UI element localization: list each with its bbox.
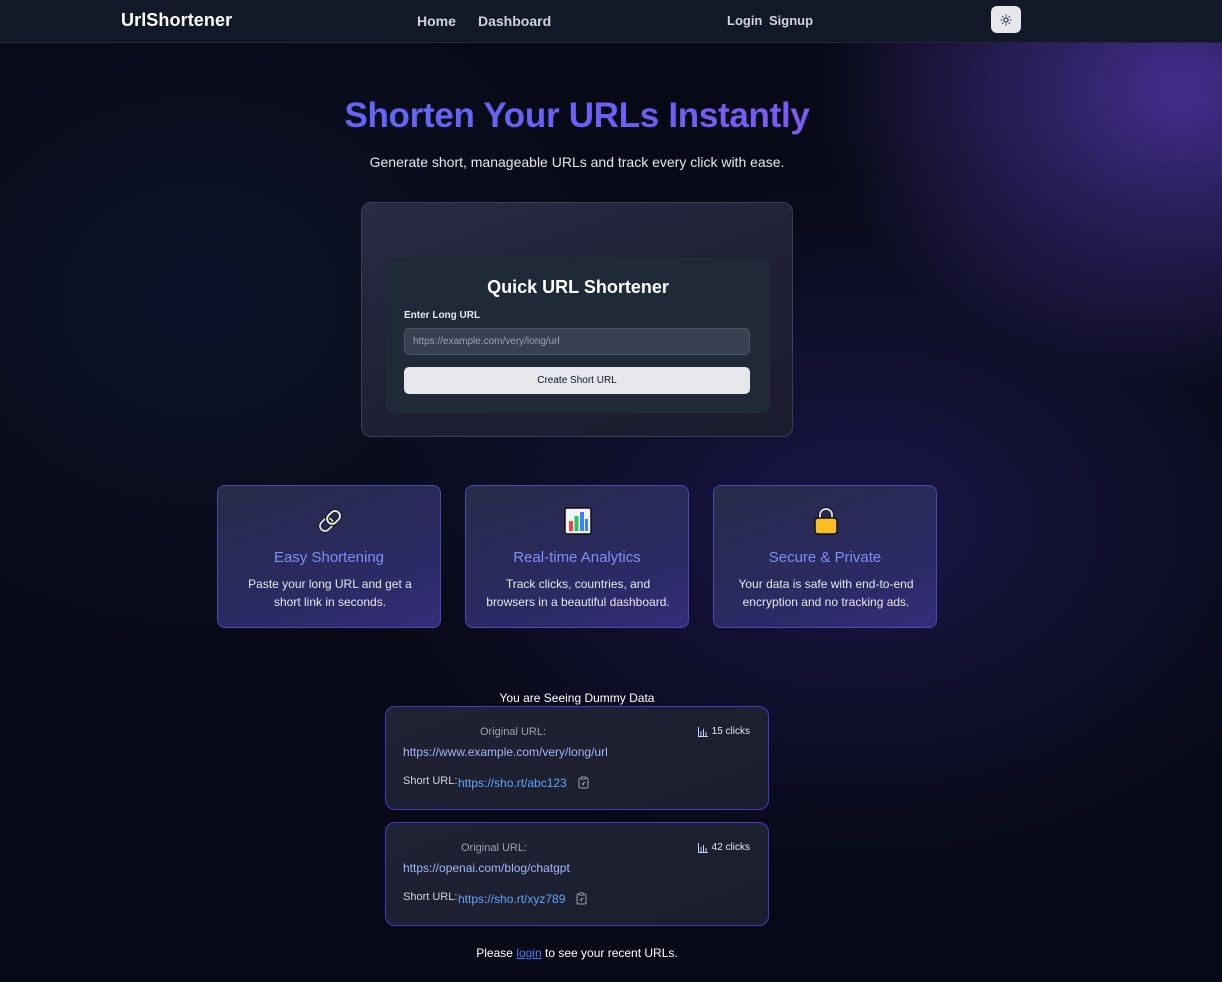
shortener-form: Quick URL Shortener Enter Long URL Creat… [386,257,770,413]
url-card: Original URL: 15 clicks https://www.exam… [385,706,769,810]
short-url-label: Short URL: [403,775,458,787]
nav-login-link[interactable]: Login [727,13,762,28]
copy-icon[interactable] [578,776,589,789]
shortener-panel: Quick URL Shortener Enter Long URL Creat… [361,202,793,437]
original-url-label: Original URL: [461,842,528,854]
feature-description: Paste your long URL and get a short link… [248,577,412,609]
original-url-link[interactable]: https://openai.com/blog/chatgpt [403,861,570,875]
nav-dashboard-link[interactable]: Dashboard [478,13,551,29]
dummy-data-note: You are Seeing Dummy Data [499,691,655,705]
padlock-icon [810,506,842,536]
long-url-input[interactable] [404,328,750,355]
shortener-title: Quick URL Shortener [487,277,669,297]
url-card: Original URL: 42 clicks https://openai.c… [385,822,769,926]
hero-title: Shorten Your URLs Instantly [0,96,1154,136]
login-prompt-after: to see your recent URLs. [541,946,678,960]
original-url-link[interactable]: https://www.example.com/very/long/url [403,745,608,759]
feature-description: Track clicks, countries, and browsers in… [486,577,670,609]
short-url-link[interactable]: https://sho.rt/xyz789 [458,892,565,906]
feature-title: Secure & Private [768,549,882,566]
click-count: 42 clicks [697,842,750,853]
chain-link-icon [314,506,346,536]
copy-icon[interactable] [576,892,587,905]
feature-title: Easy Shortening [273,549,385,566]
hero-subtitle: Generate short, manageable URLs and trac… [369,154,785,170]
nav-signup-link[interactable]: Signup [769,13,813,28]
click-count: 15 clicks [697,726,750,737]
click-count-label: 15 clicks [711,726,750,737]
theme-toggle-button[interactable] [991,6,1021,33]
sun-icon [1000,13,1012,26]
short-url-link[interactable]: https://sho.rt/abc123 [458,776,567,790]
long-url-label: Enter Long URL [404,310,481,321]
feature-card-analytics: Real-time Analytics Track clicks, countr… [465,485,689,628]
brand-logo[interactable]: UrlShortener [121,10,232,31]
login-prompt: Please login to see your recent URLs. [0,946,1154,960]
short-url-label: Short URL: [403,891,458,903]
original-url-label: Original URL: [480,726,547,738]
bar-chart-icon [697,726,708,737]
create-short-url-button[interactable]: Create Short URL [404,367,750,394]
login-link[interactable]: login [516,946,541,960]
nav-home-link[interactable]: Home [417,13,456,29]
click-count-label: 42 clicks [711,842,750,853]
feature-card-easy-shortening: Easy Shortening Paste your long URL and … [217,485,441,628]
login-prompt-before: Please [476,946,517,960]
bar-chart-icon [697,842,708,853]
feature-card-secure: Secure & Private Your data is safe with … [713,485,937,628]
bar-chart-icon [562,506,594,536]
feature-description: Your data is safe with end-to-end encryp… [738,577,914,609]
navbar: UrlShortener Home Dashboard Login Signup [0,0,1222,43]
feature-title: Real-time Analytics [513,549,641,566]
